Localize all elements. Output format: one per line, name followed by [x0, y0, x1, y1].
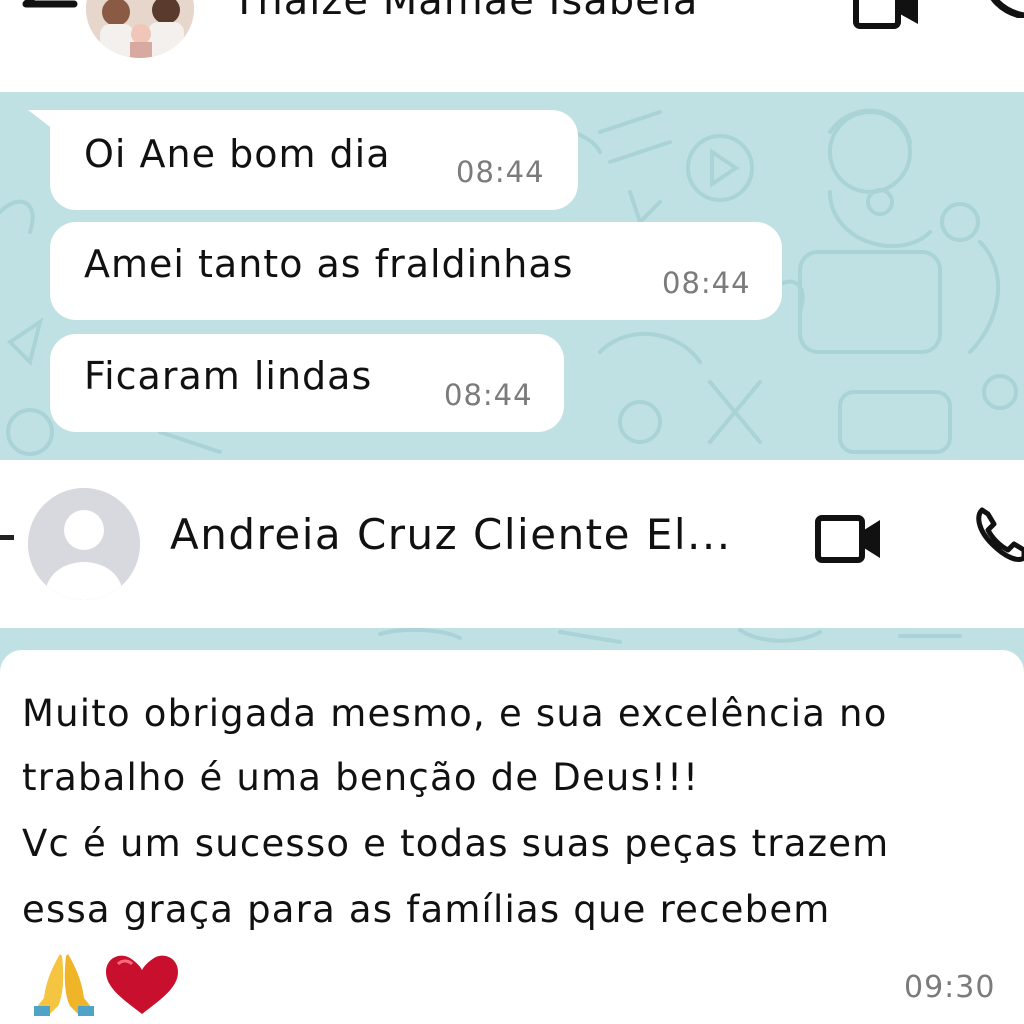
- emoji-row: [34, 954, 178, 1016]
- chat-area-top[interactable]: Oi Ane bom dia 08:44 Amei tanto as frald…: [0, 92, 1024, 460]
- second-chat-header: Andreia Cruz Cliente El...: [0, 460, 1024, 628]
- message-line: Muito obrigada mesmo, e sua excelência n…: [22, 692, 888, 735]
- contact-avatar[interactable]: [86, 0, 194, 58]
- red-heart-emoji: [106, 955, 178, 1014]
- default-avatar-icon[interactable]: [28, 488, 140, 600]
- message-line: Vc é um sucesso e todas suas peças traze…: [22, 822, 890, 865]
- phone-call-icon[interactable]: [972, 506, 1024, 566]
- pray-emoji: [34, 954, 94, 1016]
- message-bubble[interactable]: Ficaram lindas 08:44: [50, 334, 564, 432]
- video-call-icon[interactable]: [852, 0, 922, 30]
- chat-area-bottom[interactable]: Muito obrigada mesmo, e sua excelência n…: [0, 628, 1024, 1024]
- message-text: Oi Ane bom dia: [84, 132, 391, 176]
- message-time: 08:44: [444, 378, 533, 412]
- message-text: Amei tanto as fraldinhas: [84, 242, 574, 286]
- message-bubble[interactable]: Muito obrigada mesmo, e sua excelência n…: [0, 650, 1024, 1024]
- message-time: 09:30: [904, 970, 996, 1005]
- message-text: Ficaram lindas: [84, 354, 373, 398]
- contact-name[interactable]: Thaize Mamãe Isabela: [232, 0, 698, 24]
- message-line: trabalho é uma benção de Deus!!!: [22, 756, 700, 799]
- message-bubble[interactable]: Oi Ane bom dia 08:44: [50, 110, 578, 210]
- message-bubble[interactable]: Amei tanto as fraldinhas 08:44: [50, 222, 782, 320]
- top-chat-header: Thaize Mamãe Isabela: [0, 0, 1024, 92]
- back-arrow-icon[interactable]: [0, 535, 14, 540]
- message-time: 08:44: [662, 266, 751, 300]
- phone-call-icon[interactable]: [978, 0, 1024, 18]
- message-line: essa graça para as famílias que recebem: [22, 888, 831, 931]
- back-arrow-icon[interactable]: [18, 0, 78, 26]
- message-time: 08:44: [456, 155, 545, 189]
- contact-name[interactable]: Andreia Cruz Cliente El...: [170, 510, 732, 559]
- video-call-icon[interactable]: [814, 514, 884, 564]
